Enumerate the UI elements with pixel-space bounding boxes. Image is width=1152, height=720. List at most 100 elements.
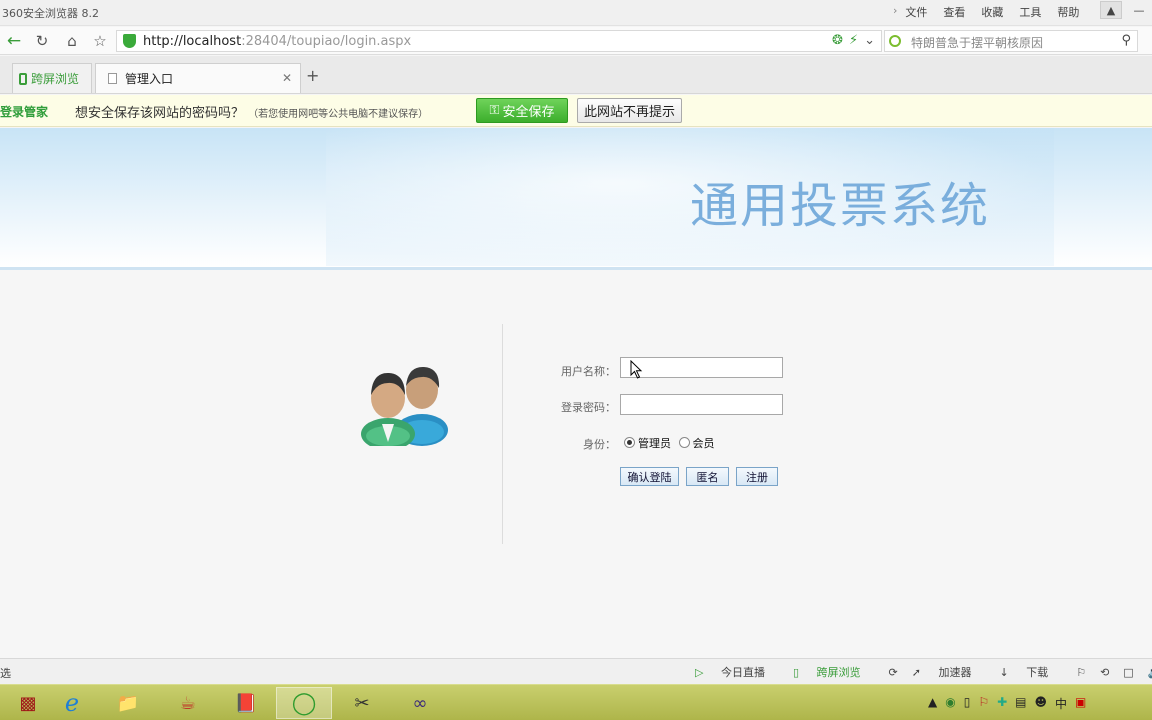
- tray-network-icon[interactable]: ▤: [1015, 695, 1026, 712]
- menu-view[interactable]: 查看: [943, 4, 965, 20]
- search-box[interactable]: 特朗普急于摆平朝核原因 ⚲: [884, 30, 1138, 52]
- phone-icon: ▯: [792, 666, 800, 679]
- menu-file[interactable]: 文件: [905, 4, 927, 20]
- 360-browser-icon[interactable]: ◯: [276, 687, 332, 719]
- close-tab-icon[interactable]: ✕: [282, 71, 292, 85]
- password-label: 登录密码：: [561, 401, 616, 414]
- role-member-option[interactable]: 会员: [678, 437, 715, 450]
- dropdown-icon[interactable]: ⌄: [864, 33, 875, 48]
- live-today-label: 今日直播: [720, 666, 765, 679]
- page-content: 通用投票系统 用户名称： 登录密码： 身份： 管理员 会员 确认登陆 匿名 注册: [0, 128, 1152, 658]
- tab-bar: 跨屏浏览 管理入口 ✕ +: [0, 56, 1152, 94]
- title-bar: 360安全浏览器 8.2 › 文件 查看 收藏 工具 帮助 ▲ —: [0, 0, 1152, 26]
- window-icon[interactable]: □: [1123, 666, 1133, 679]
- tray-app-icon[interactable]: ◉: [945, 695, 955, 712]
- explorer-icon[interactable]: 📁: [100, 687, 156, 719]
- password-save-bar: 登录管家 想安全保存该网站的密码吗？ （若您使用网吧等公共电脑不建议保存） ⚿ …: [0, 95, 1152, 127]
- download-icon: ↓: [999, 666, 1009, 679]
- system-tray: ▲ ◉ ▯ ⚐ ✚ ▤ ☻ 中 ▣: [928, 695, 1086, 712]
- never-prompt-button[interactable]: 此网站不再提示: [577, 98, 682, 123]
- back-icon[interactable]: ←: [4, 31, 24, 51]
- ie-icon[interactable]: e: [44, 687, 100, 719]
- speed-mode-icon[interactable]: ⚡: [849, 33, 858, 48]
- menu-favorites[interactable]: 收藏: [981, 4, 1003, 20]
- role-admin-option[interactable]: 管理员: [624, 437, 671, 450]
- rocket-icon: ➚: [911, 666, 921, 679]
- cleanup-icon[interactable]: ⟳: [889, 666, 898, 679]
- accelerator-label: 加速器: [938, 666, 972, 679]
- status-tools: ▷ 今日直播 ▯ 跨屏浏览 ⟳ ➚ 加速器 ↓ 下载 ⚐ ⟲ □ 🔈: [695, 664, 1152, 680]
- window-controls: ▲ —: [1100, 0, 1152, 20]
- username-input[interactable]: [620, 357, 783, 378]
- skin-icon[interactable]: ▲: [1100, 1, 1122, 19]
- tray-qq-icon[interactable]: ☻: [1035, 695, 1048, 712]
- mouse-cursor-icon: [630, 360, 643, 379]
- tray-360-icon[interactable]: ✚: [997, 695, 1007, 712]
- role-radio-group: 管理员 会员: [624, 435, 715, 451]
- header-banner: 通用投票系统: [0, 128, 1152, 270]
- chevron-right-icon[interactable]: ›: [893, 4, 897, 20]
- search-input[interactable]: 特朗普急于摆平朝核原因: [911, 34, 1043, 51]
- star-icon[interactable]: ☆: [90, 31, 110, 51]
- menu-bar: › 文件 查看 收藏 工具 帮助: [893, 4, 1095, 20]
- tray-flag-icon[interactable]: ⚐: [978, 695, 989, 712]
- status-text: 选: [0, 667, 11, 680]
- url-path: :28404/toupiao/login.aspx: [241, 34, 412, 49]
- visual-studio-icon[interactable]: ∞: [392, 687, 448, 719]
- download-label: 下载: [1026, 666, 1049, 679]
- security-shield-icon: [123, 34, 136, 48]
- tab-label: 跨屏浏览: [31, 72, 80, 86]
- play-icon: ▷: [695, 666, 704, 679]
- tray-ime-icon[interactable]: 中: [1055, 695, 1067, 712]
- question-note: （若您使用网吧等公共电脑不建议保存）: [248, 109, 429, 120]
- volume-icon[interactable]: 🔈: [1148, 666, 1152, 679]
- taskbar: ▩ e 📁 ☕ 📕 ◯ ✂ ∞ ▲ ◉ ▯ ⚐ ✚ ▤ ☻ 中 ▣: [0, 684, 1152, 720]
- flag-icon[interactable]: ⚐: [1076, 666, 1086, 679]
- url-text[interactable]: http://localhost:28404/toupiao/login.asp…: [143, 34, 411, 49]
- tool-icon[interactable]: ✂: [334, 687, 390, 719]
- anonymous-button[interactable]: 匿名: [686, 467, 729, 486]
- system-title: 通用投票系统: [690, 178, 991, 234]
- compat-mode-icon[interactable]: ❂: [832, 33, 843, 48]
- cross-screen-label: 跨屏浏览: [816, 666, 861, 679]
- url-actions: ❂ ⚡ ⌄: [832, 33, 875, 48]
- cross-screen-item[interactable]: ▯ 跨屏浏览: [793, 664, 875, 680]
- new-tab-button[interactable]: +: [306, 66, 319, 85]
- refresh-icon[interactable]: ↻: [32, 31, 52, 51]
- tray-device-icon[interactable]: ▯: [964, 695, 971, 712]
- status-bar: 选 ▷ 今日直播 ▯ 跨屏浏览 ⟳ ➚ 加速器 ↓ 下载 ⚐ ⟲ □ 🔈: [0, 658, 1152, 684]
- address-toolbar: ← ↻ ⌂ ☆ http://localhost:28404/toupiao/l…: [0, 27, 1152, 55]
- home-icon[interactable]: ⌂: [62, 31, 82, 51]
- menu-tools[interactable]: 工具: [1019, 4, 1041, 20]
- accelerator-item[interactable]: ➚ 加速器: [912, 664, 986, 680]
- radio-admin[interactable]: [624, 437, 635, 448]
- confirm-login-button[interactable]: 确认登陆: [620, 467, 679, 486]
- vertical-divider: [502, 324, 503, 544]
- search-icon[interactable]: ⚲: [1121, 33, 1131, 48]
- tray-expand-icon[interactable]: ▲: [928, 695, 937, 712]
- role-label: 身份：: [583, 438, 616, 451]
- url-bar[interactable]: http://localhost:28404/toupiao/login.asp…: [116, 30, 882, 52]
- restore-icon[interactable]: ⟲: [1100, 666, 1109, 679]
- book-icon[interactable]: 📕: [218, 687, 274, 719]
- tab-cross-screen[interactable]: 跨屏浏览: [12, 63, 92, 93]
- users-icon: [361, 366, 448, 446]
- save-password-question: 想安全保存该网站的密码吗？ （若您使用网吧等公共电脑不建议保存）: [75, 102, 428, 121]
- radio-member[interactable]: [678, 437, 690, 448]
- search-engine-icon[interactable]: [889, 35, 901, 47]
- tab-label: 管理入口: [125, 72, 174, 86]
- tray-sogou-icon[interactable]: ▣: [1075, 695, 1086, 712]
- username-label: 用户名称：: [561, 365, 616, 378]
- java-icon[interactable]: ☕: [160, 687, 216, 719]
- key-icon: ⚿: [489, 103, 500, 118]
- role-admin-label: 管理员: [638, 437, 671, 450]
- menu-help[interactable]: 帮助: [1057, 4, 1079, 20]
- download-item[interactable]: ↓ 下载: [999, 664, 1062, 680]
- save-password-button[interactable]: ⚿ 安全保存: [476, 98, 568, 123]
- register-button[interactable]: 注册: [736, 467, 778, 486]
- tab-admin-entry[interactable]: 管理入口 ✕: [95, 63, 301, 93]
- live-today-item[interactable]: ▷ 今日直播: [695, 664, 779, 680]
- minimize-button[interactable]: —: [1126, 0, 1152, 20]
- login-manager-label: 登录管家: [0, 105, 49, 119]
- password-input[interactable]: [620, 394, 783, 415]
